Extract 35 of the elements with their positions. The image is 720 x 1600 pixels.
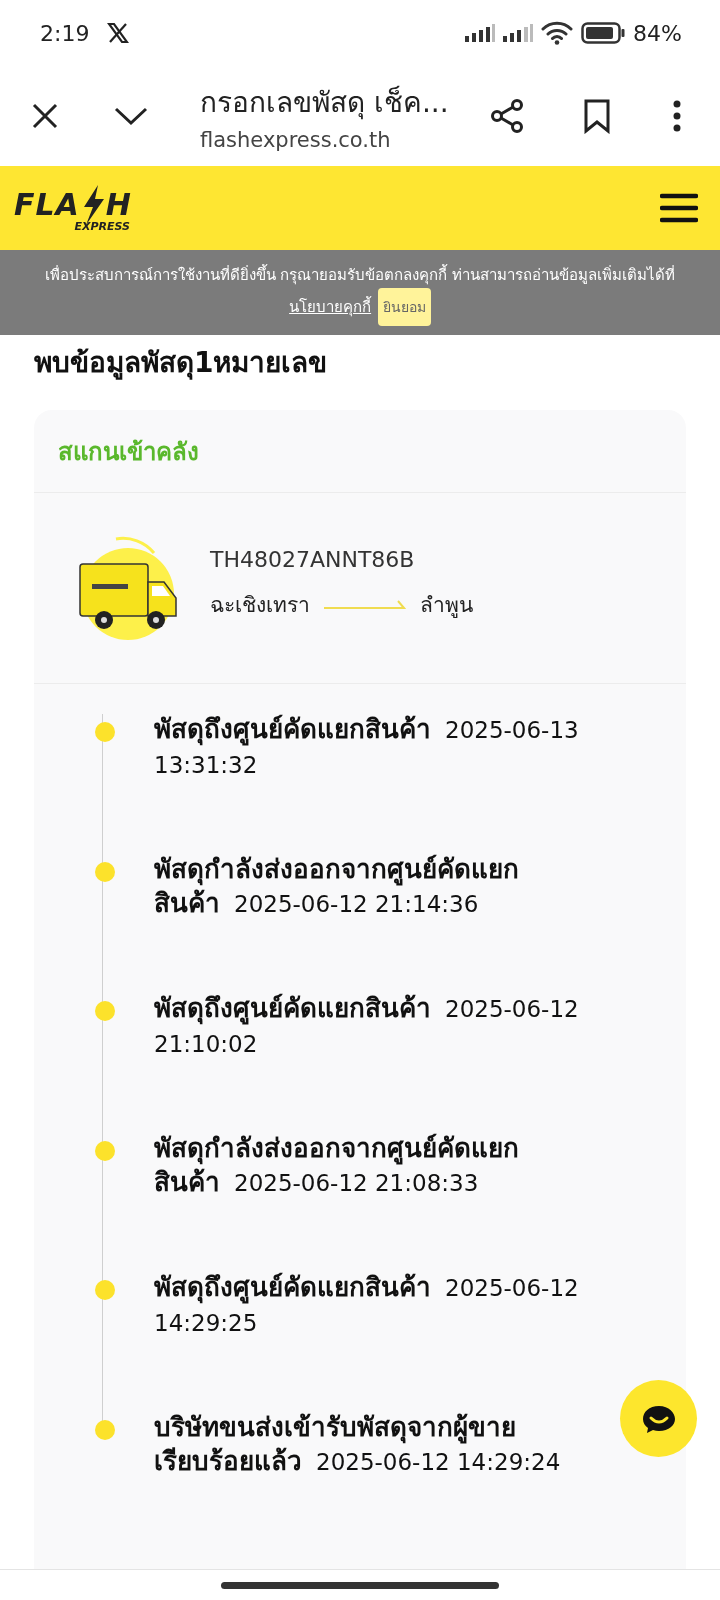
share-button[interactable] bbox=[490, 96, 524, 136]
battery-level: 84% bbox=[633, 20, 682, 46]
timeline-event: พัสดุกำลังส่งออกจากศูนย์คัดแยกสินค้า 2025-06-12 21:14:36 bbox=[154, 853, 520, 920]
cookie-policy-link[interactable]: นโยบายคุกกี้ bbox=[289, 297, 372, 316]
status-heading: สแกนเข้าคลัง bbox=[34, 410, 686, 493]
timeline-dot bbox=[95, 1420, 115, 1440]
chat-bubble-icon bbox=[640, 1403, 677, 1434]
timeline-dot bbox=[95, 862, 115, 882]
signal-icon bbox=[465, 24, 496, 42]
wifi-icon bbox=[541, 21, 574, 45]
accept-button[interactable]: ยินยอม bbox=[377, 288, 431, 326]
timeline-event: พัสดุถึงศูนย์คัดแยกสินค้า 2025-06-12 21:10:02 bbox=[154, 992, 580, 1059]
truck-icon bbox=[76, 534, 180, 642]
gesture-handle[interactable] bbox=[221, 1581, 499, 1589]
timeline-event: พัสดุถึงศูนย์คัดแยกสินค้า 2025-06-13 13:31:32 bbox=[154, 713, 580, 780]
timeline-dot bbox=[95, 1280, 115, 1300]
page-title: กรอกเลขพัสดุ เช็ค... bbox=[200, 84, 450, 122]
timeline-dot bbox=[95, 1141, 115, 1161]
tracking-number: TH48027ANNT86B bbox=[210, 547, 416, 572]
brand-logo[interactable]: FLA H EXPRESS bbox=[14, 184, 132, 232]
page-url[interactable]: flashexpress.co.th bbox=[200, 128, 490, 152]
timeline-event: พัสดุกำลังส่งออกจากศูนย์คัดแยกสินค้า 2025-06-12 21:08:33 bbox=[154, 1132, 520, 1199]
timeline-event: พัสดุถึงศูนย์คัดแยกสินค้า 2025-06-12 14:29:25 bbox=[154, 1271, 580, 1338]
menu-button[interactable] bbox=[660, 191, 700, 225]
app-logo-icon bbox=[107, 22, 130, 44]
destination-city: ลำพูน bbox=[420, 592, 473, 620]
cookie-notice: เพื่อประสบการณ์การใช้งานที่ดียิ่งขึ้น กรุณายอมรับข้อตกลงคุกกี้ ท่านสามารถอ่านข้อมูลเพิ่มเติมได้ที่ bbox=[44, 266, 676, 284]
timeline-dot bbox=[95, 722, 115, 742]
clock-time: 2:19 bbox=[40, 20, 90, 46]
battery-icon bbox=[581, 22, 626, 44]
signal-icon bbox=[503, 24, 534, 42]
origin-city: ฉะเชิงเทรา bbox=[210, 592, 310, 619]
timeline-event: บริษัทขนส่งเข้ารับพัสดุจากผู้ขายเรียบร้อยแล้ว 2025-06-12 14:29:24 bbox=[154, 1411, 562, 1478]
timeline-dot bbox=[95, 1001, 115, 1021]
results-heading: พบข้อมูลพัสดุ1หมายเลข bbox=[34, 346, 328, 379]
